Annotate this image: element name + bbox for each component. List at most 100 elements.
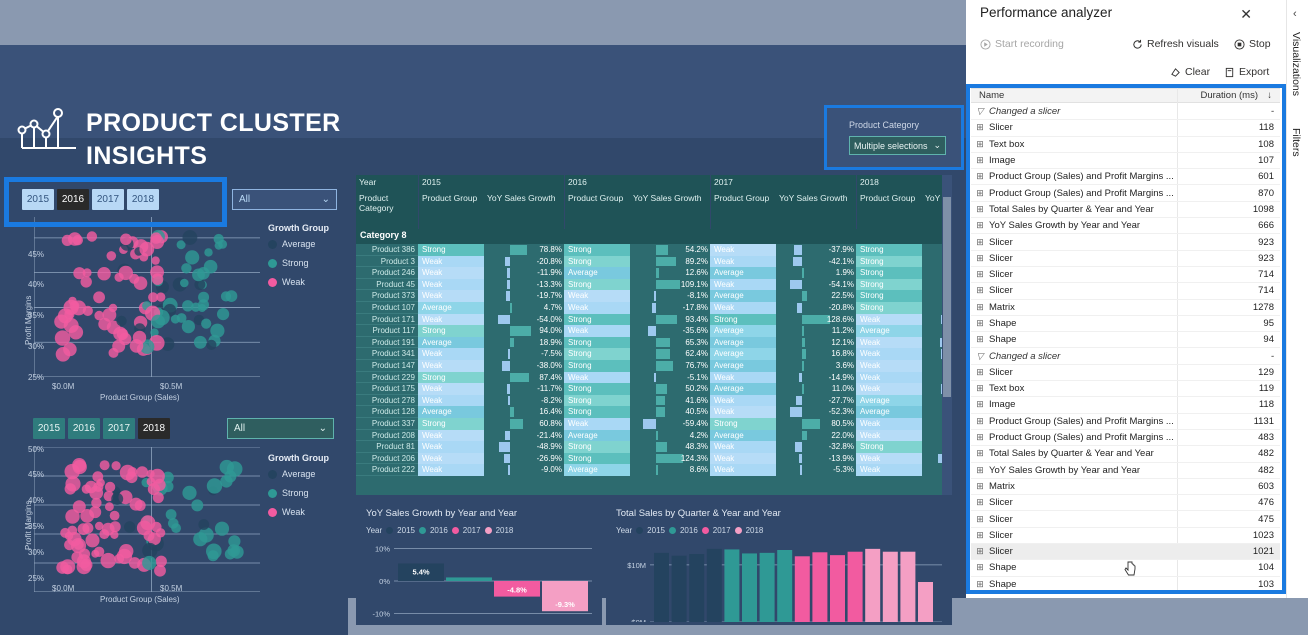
legend-item-strong-bottom[interactable]: Strong bbox=[268, 488, 329, 498]
ts-bar[interactable] bbox=[654, 552, 669, 622]
performance-visual-row[interactable]: ⊞ Product Group (Sales) and Profit Margin… bbox=[971, 169, 1280, 186]
matrix-row[interactable]: Product 246 Weak -11.9% Average 12.6% Average… bbox=[356, 267, 952, 279]
scatter-point[interactable] bbox=[64, 463, 80, 480]
matrix-row[interactable]: Product 386 Strong 78.8% Strong 54.2% Weak -37… bbox=[356, 244, 952, 256]
matrix-cell-yoy[interactable]: 60.8% bbox=[484, 418, 564, 430]
matrix-cell-product-group[interactable]: Weak bbox=[710, 394, 776, 407]
matrix-cell-product-group[interactable]: Weak bbox=[418, 255, 484, 268]
expand-icon[interactable]: ⊞ bbox=[971, 432, 989, 443]
scatter-point[interactable] bbox=[110, 530, 119, 539]
matrix-cell-product-group[interactable]: Average bbox=[856, 325, 922, 337]
matrix-cell-product-group[interactable]: Average bbox=[564, 429, 630, 442]
start-recording-button[interactable]: Start recording bbox=[980, 38, 1064, 50]
scatter-point[interactable] bbox=[111, 461, 121, 471]
scatter-point[interactable] bbox=[193, 532, 208, 547]
scatter-point[interactable] bbox=[206, 478, 223, 494]
scatter-point[interactable] bbox=[165, 509, 177, 520]
matrix-row-label[interactable]: Product 208 bbox=[356, 429, 418, 442]
export-button[interactable]: Export bbox=[1224, 66, 1269, 78]
scatter-point[interactable] bbox=[73, 267, 86, 280]
performance-event-row[interactable]: ▽ Changed a slicer - bbox=[971, 104, 1280, 121]
matrix-cell-yoy[interactable]: -52.3% bbox=[776, 406, 856, 418]
expand-icon[interactable]: ⊞ bbox=[971, 220, 989, 231]
scatter-point[interactable] bbox=[93, 546, 105, 557]
matrix-cell-product-group[interactable]: Strong bbox=[710, 417, 776, 430]
performance-visual-row[interactable]: ⊞ YoY Sales Growth by Year and Year 666 bbox=[971, 218, 1280, 235]
matrix-row-label[interactable]: Product 373 bbox=[356, 290, 418, 302]
scatter-plot-top[interactable] bbox=[34, 217, 260, 377]
scatter-point[interactable] bbox=[225, 290, 238, 302]
scatter-point[interactable] bbox=[185, 250, 200, 265]
scatter-point[interactable] bbox=[182, 230, 198, 245]
scatter-point[interactable] bbox=[99, 460, 110, 471]
performance-visual-row[interactable]: ⊞ Shape 95 bbox=[971, 316, 1280, 333]
matrix-row[interactable]: Product 107 Average 4.7% Weak -17.8% Weak -20.… bbox=[356, 301, 952, 314]
scatter-point[interactable] bbox=[106, 251, 117, 261]
column-header-name[interactable]: Name bbox=[979, 90, 1004, 101]
scatter-point[interactable] bbox=[60, 559, 76, 575]
matrix-cell-product-group[interactable]: Average bbox=[710, 359, 776, 372]
matrix-cell-yoy[interactable]: -37.9% bbox=[776, 244, 856, 256]
scatter-point[interactable] bbox=[151, 314, 165, 329]
matrix-row-label[interactable]: Product 128 bbox=[356, 406, 418, 418]
matrix-cell-product-group[interactable]: Weak bbox=[856, 336, 922, 349]
scatter-point[interactable] bbox=[142, 555, 157, 571]
legend-item-average[interactable]: Average bbox=[268, 239, 329, 249]
matrix-cell-product-group[interactable]: Strong bbox=[564, 406, 630, 418]
matrix-row-label[interactable]: Product 117 bbox=[356, 325, 418, 337]
matrix-cell-yoy[interactable]: 22.5% bbox=[776, 290, 856, 302]
matrix-cell-yoy[interactable]: 16.8% bbox=[776, 348, 856, 360]
matrix-row[interactable]: Product 206 Weak -26.9% Strong 124.3% Weak -13… bbox=[356, 452, 952, 465]
matrix-cell-product-group[interactable]: Weak bbox=[418, 441, 484, 453]
expand-icon[interactable]: ⊞ bbox=[971, 465, 989, 476]
matrix-cell-yoy[interactable]: 4.2% bbox=[630, 430, 710, 442]
matrix-cell-yoy[interactable]: -13.3% bbox=[484, 279, 564, 291]
matrix-cell-product-group[interactable]: Strong bbox=[418, 371, 484, 384]
scatter-point[interactable] bbox=[206, 543, 222, 560]
performance-visual-row[interactable]: ⊞ Slicer 714 bbox=[971, 283, 1280, 300]
expand-icon[interactable]: ⊞ bbox=[971, 514, 989, 525]
matrix-cell-yoy[interactable]: -14.9% bbox=[776, 372, 856, 384]
scatter-point[interactable] bbox=[136, 466, 148, 478]
ts-legend-2017[interactable]: 2017 bbox=[713, 526, 731, 535]
year-button-2017-bottom[interactable]: 2017 bbox=[103, 418, 135, 439]
matrix-cell-product-group[interactable]: Strong bbox=[564, 441, 630, 453]
ts-bar[interactable] bbox=[671, 555, 687, 622]
matrix-cell-product-group[interactable]: Strong bbox=[418, 325, 484, 337]
scatter-point[interactable] bbox=[198, 291, 210, 303]
matrix-row-label[interactable]: Product 171 bbox=[356, 313, 418, 326]
scatter-point[interactable] bbox=[96, 478, 105, 487]
matrix-cell-product-group[interactable]: Weak bbox=[418, 313, 484, 326]
matrix-cell-yoy[interactable]: 93.4% bbox=[630, 314, 710, 326]
matrix-row[interactable]: Product 117 Strong 94.0% Weak -35.6% Average 1… bbox=[356, 325, 952, 337]
scatter-point[interactable] bbox=[197, 267, 210, 280]
matrix-cell-product-group[interactable]: Weak bbox=[418, 278, 484, 291]
matrix-category-row[interactable]: Category 8 bbox=[356, 229, 952, 244]
performance-event-row[interactable]: ▽ Changed a slicer - bbox=[971, 348, 1280, 365]
performance-visual-row[interactable]: ⊞ Text box 108 bbox=[971, 137, 1280, 153]
matrix-cell-product-group[interactable]: Weak bbox=[710, 406, 776, 418]
scatter-point[interactable] bbox=[81, 484, 92, 494]
performance-visual-row[interactable]: ⊞ Slicer 714 bbox=[971, 267, 1280, 284]
ts-bar[interactable] bbox=[882, 551, 898, 622]
expand-icon[interactable]: ⊞ bbox=[971, 481, 989, 492]
matrix-cell-product-group[interactable]: Average bbox=[418, 301, 484, 314]
total-sales-plot[interactable]: $10M $0M bbox=[616, 542, 942, 622]
matrix-row[interactable]: Product 373 Weak -19.7% Weak -8.1% Average 22.… bbox=[356, 290, 952, 302]
matrix-cell-yoy[interactable]: -48.9% bbox=[484, 441, 564, 453]
matrix-cell-yoy[interactable]: -5.1% bbox=[630, 372, 710, 384]
matrix-cell-yoy[interactable]: 48.3% bbox=[630, 441, 710, 453]
expand-icon[interactable]: ⊞ bbox=[971, 416, 989, 427]
matrix-cell-product-group[interactable]: Strong bbox=[564, 348, 630, 360]
matrix-row[interactable]: Product 128 Average 16.4% Strong 40.5% Weak -5… bbox=[356, 406, 952, 418]
matrix-row[interactable]: Product 171 Weak -54.0% Strong 93.4% Strong 12… bbox=[356, 313, 952, 326]
matrix-cell-yoy[interactable]: 8.6% bbox=[630, 464, 710, 476]
matrix-row[interactable]: Product 208 Weak -21.4% Average 4.2% Average 2… bbox=[356, 429, 952, 442]
matrix-cell-yoy[interactable]: 40.5% bbox=[630, 406, 710, 418]
matrix-cell-product-group[interactable]: Strong bbox=[856, 244, 922, 256]
matrix-cell-product-group[interactable]: Strong bbox=[856, 278, 922, 291]
matrix-cell-product-group[interactable]: Weak bbox=[564, 290, 630, 302]
scatter-point[interactable] bbox=[129, 273, 140, 284]
matrix-cell-yoy[interactable]: -20.8% bbox=[776, 302, 856, 314]
yoy-legend-2015[interactable]: 2015 bbox=[397, 526, 415, 535]
